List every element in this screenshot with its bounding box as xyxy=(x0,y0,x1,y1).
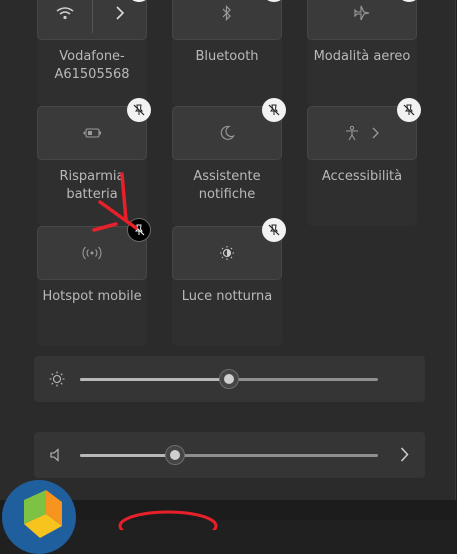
chevron-right-icon xyxy=(372,127,379,139)
volume-thumb[interactable] xyxy=(165,445,185,465)
battery-saver-icon xyxy=(83,128,101,138)
wifi-toggle-button[interactable] xyxy=(37,0,147,40)
unpin-button[interactable] xyxy=(262,218,286,242)
unpin-button[interactable] xyxy=(127,98,151,122)
unpin-button[interactable] xyxy=(397,98,421,122)
bluetooth-icon xyxy=(222,5,231,21)
brightness-slider[interactable] xyxy=(80,369,378,389)
tile-label: Assistente notifiche xyxy=(193,169,261,202)
taskbar xyxy=(0,500,457,520)
brightness-fill xyxy=(80,378,229,381)
tile-focus-assist: Assistente notifiche xyxy=(172,98,286,226)
airplane-toggle-button[interactable] xyxy=(307,0,417,40)
tile-label: Risparmia batteria xyxy=(59,169,125,202)
tile-battery-saver: Risparmia batteria xyxy=(37,98,151,226)
tile-night-light: Luce notturna xyxy=(172,218,286,346)
moon-icon xyxy=(220,125,235,140)
unpin-icon xyxy=(268,104,280,116)
unpin-icon xyxy=(133,104,145,116)
unpin-icon xyxy=(133,224,145,236)
wifi-expand-chevron-icon[interactable] xyxy=(93,6,146,20)
volume-fill xyxy=(80,454,175,457)
tile-label: Luce notturna xyxy=(181,289,273,304)
unpin-icon xyxy=(403,104,415,116)
unpin-icon xyxy=(268,224,280,236)
tile-label: Vodafone- A61505568 xyxy=(54,49,130,82)
tile-label: Accessibilità xyxy=(321,169,403,184)
tile-label: Modalità aereo xyxy=(313,49,411,64)
tile-bluetooth: Bluetooth xyxy=(172,0,286,106)
unpin-button-hovered[interactable] xyxy=(127,218,151,242)
tile-accessibility: Accessibilità xyxy=(307,98,421,226)
quick-settings-panel: Vodafone- A61505568 Bluetooth Modalità a… xyxy=(8,0,456,500)
brightness-slider-card xyxy=(34,356,425,402)
wifi-icon xyxy=(38,6,92,20)
screen-edge xyxy=(0,0,8,520)
volume-slider[interactable] xyxy=(80,445,378,465)
tile-airplane: Modalità aereo xyxy=(307,0,421,106)
brightness-icon xyxy=(48,370,66,392)
hotspot-icon xyxy=(82,246,102,260)
unpin-button[interactable] xyxy=(262,98,286,122)
speaker-icon xyxy=(48,446,66,468)
volume-output-chevron-icon[interactable] xyxy=(400,447,409,466)
airplane-icon xyxy=(354,5,370,21)
bluetooth-toggle-button[interactable] xyxy=(172,0,282,40)
accessibility-icon xyxy=(346,125,358,141)
volume-slider-card xyxy=(34,432,425,478)
tile-hotspot: Hotspot mobile xyxy=(37,218,151,346)
tile-wifi: Vodafone- A61505568 xyxy=(37,0,151,106)
brightness-thumb[interactable] xyxy=(219,369,239,389)
tile-label: Hotspot mobile xyxy=(42,289,142,304)
tile-label: Bluetooth xyxy=(195,49,259,64)
night-light-icon xyxy=(220,246,234,260)
